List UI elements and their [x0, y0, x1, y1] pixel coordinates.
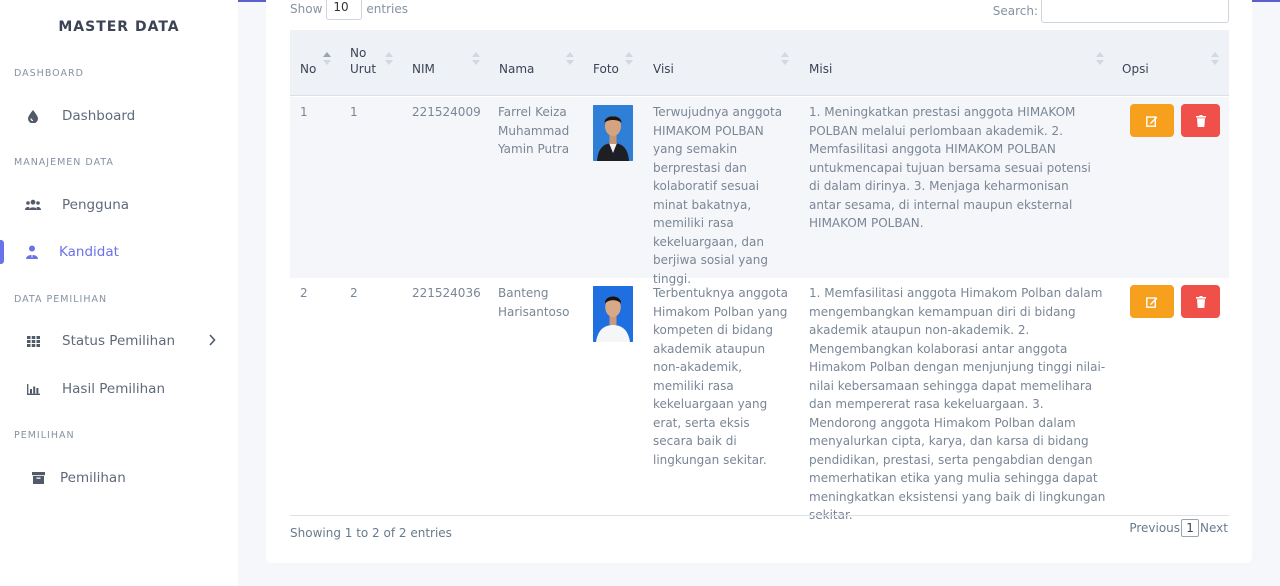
- sidebar-item-label: Pemilihan: [60, 470, 126, 486]
- candidate-photo: [593, 105, 633, 161]
- user-tie-icon: [24, 244, 40, 260]
- col-header-misi[interactable]: Misi: [809, 61, 832, 77]
- bar-chart-icon: [25, 381, 41, 397]
- cell-no: 2: [300, 286, 308, 300]
- entries-label: entries: [366, 2, 408, 16]
- cell-nim: 221524009: [412, 105, 481, 119]
- edit-icon: [1146, 296, 1158, 308]
- col-header-opsi[interactable]: Opsi: [1122, 61, 1149, 77]
- col-header-no[interactable]: No: [300, 61, 316, 77]
- delete-button[interactable]: [1181, 104, 1220, 137]
- trash-icon: [1195, 114, 1206, 127]
- cell-no-urut: 1: [350, 105, 358, 119]
- sort-icon[interactable]: [781, 52, 789, 66]
- sidebar-item-label: Kandidat: [59, 244, 119, 260]
- cell-nama: Farrel Keiza Muhammad Yamin Putra: [498, 105, 570, 156]
- cell-visi: Terbentuknya anggota Himakom Polban yang…: [653, 286, 788, 467]
- col-header-nim[interactable]: NIM: [412, 61, 435, 77]
- table-footer-divider: [290, 515, 1229, 516]
- cell-no-urut: 2: [350, 286, 358, 300]
- section-data-pemilihan: DATA PEMILIHAN: [14, 294, 108, 305]
- sidebar-item-kandidat[interactable]: Kandidat: [0, 232, 238, 272]
- sort-icon[interactable]: [1211, 52, 1219, 66]
- show-label: Show: [290, 2, 323, 16]
- edit-button[interactable]: [1130, 285, 1174, 318]
- sort-icon[interactable]: [472, 52, 480, 66]
- pagination-previous[interactable]: Previous: [1129, 521, 1180, 535]
- entries-select[interactable]: 10: [326, 0, 363, 20]
- edit-icon: [1146, 115, 1158, 127]
- sidebar-item-hasil-pemilihan[interactable]: Hasil Pemilihan: [0, 369, 238, 409]
- entries-length: Show 10 entries: [290, 0, 408, 20]
- sort-icon[interactable]: [323, 52, 331, 66]
- table-header: No No Urut NIM Nama Foto Visi Misi Opsi: [290, 30, 1229, 96]
- col-header-visi[interactable]: Visi: [653, 61, 674, 77]
- sidebar-item-pengguna[interactable]: Pengguna: [0, 185, 238, 225]
- section-dashboard: DASHBOARD: [14, 68, 84, 79]
- section-manajemen: MANAJEMEN DATA: [14, 157, 114, 168]
- sidebar-item-label: Pengguna: [62, 197, 130, 213]
- sidebar-brand: MASTER DATA: [58, 19, 180, 35]
- search-label: Search:: [992, 3, 1038, 18]
- col-header-foto[interactable]: Foto: [593, 61, 619, 77]
- sidebar-item-label: Dashboard: [62, 108, 136, 124]
- archive-icon: [30, 470, 46, 486]
- sidebar-item-label: Status Pemilihan: [62, 333, 176, 349]
- pagination-next[interactable]: Next: [1200, 521, 1228, 535]
- sidebar-item-status-pemilihan[interactable]: Status Pemilihan: [0, 321, 238, 361]
- table-row: 2 2 221524036 Banteng Harisantoso Terben…: [290, 278, 1229, 522]
- sidebar: MASTER DATA DASHBOARD Dashboard MANAJEME…: [0, 0, 238, 586]
- kandidat-card: Show 10 entries Search: No No Urut NIM N…: [266, 0, 1252, 563]
- users-icon: [25, 197, 41, 213]
- chevron-right-icon: [208, 334, 216, 350]
- sort-icon[interactable]: [1096, 52, 1104, 66]
- cell-misi: 1. Memfasilitasi anggota Himakom Polban …: [809, 286, 1106, 522]
- cell-visi: Terwujudnya anggota HIMAKOM POLBAN yang …: [653, 105, 783, 286]
- grid-icon: [25, 333, 41, 349]
- section-pemilihan: PEMILIHAN: [14, 430, 75, 441]
- sort-icon[interactable]: [566, 52, 574, 66]
- sidebar-item-pemilihan[interactable]: Pemilihan: [0, 458, 238, 498]
- col-header-no-urut[interactable]: No Urut: [350, 45, 380, 77]
- droplet-icon: [25, 108, 41, 124]
- sort-icon[interactable]: [625, 52, 633, 66]
- sidebar-item-dashboard[interactable]: Dashboard: [0, 96, 238, 136]
- pagination-page-1[interactable]: 1: [1181, 519, 1200, 537]
- delete-button[interactable]: [1181, 285, 1220, 318]
- cell-no: 1: [300, 105, 308, 119]
- sidebar-item-label: Hasil Pemilihan: [62, 381, 166, 397]
- table-info: Showing 1 to 2 of 2 entries: [290, 526, 452, 540]
- cell-nama: Banteng Harisantoso: [498, 286, 570, 319]
- search-input[interactable]: [1041, 0, 1229, 23]
- cell-misi: 1. Meningkatkan prestasi anggota HIMAKOM…: [809, 105, 1091, 230]
- col-header-nama[interactable]: Nama: [499, 61, 534, 77]
- cell-nim: 221524036: [412, 286, 481, 300]
- candidate-photo: [593, 286, 633, 342]
- trash-icon: [1195, 295, 1206, 308]
- pagination: Previous 1 Next: [1129, 519, 1228, 537]
- edit-button[interactable]: [1130, 104, 1174, 137]
- sort-icon[interactable]: [385, 52, 393, 66]
- search-box: Search:: [993, 0, 1229, 23]
- table-row: 1 1 221524009 Farrel Keiza Muhammad Yami…: [290, 97, 1229, 286]
